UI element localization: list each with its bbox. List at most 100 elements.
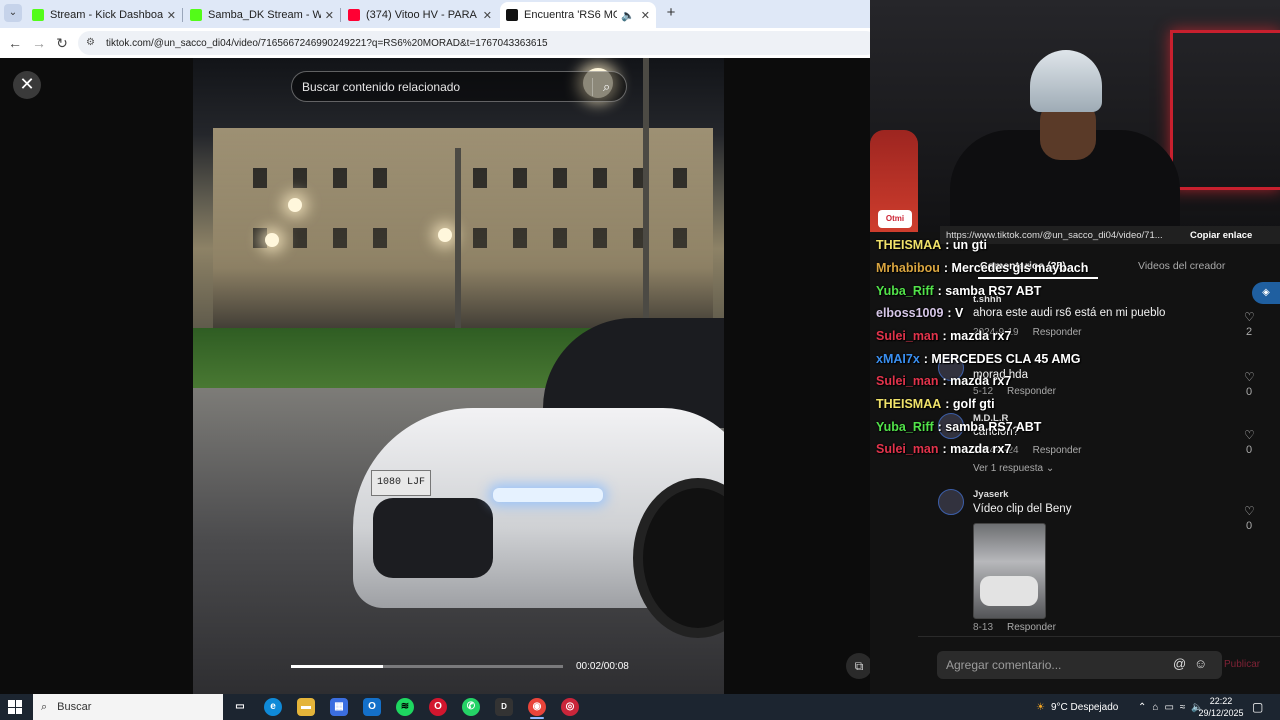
tab-youtube[interactable]: (374) Vitoo HV - PARA MÍ (Video ✕ [342,2,498,28]
chat-username: Sulei_man [876,442,939,456]
app-d-icon[interactable]: D [495,698,513,716]
site-settings-icon[interactable]: ⚙ [86,37,98,49]
building-scene [213,128,713,328]
clock[interactable]: 22:22 29/12/2025 [1198,695,1244,719]
search-icon[interactable]: ⌕ [603,79,610,95]
video-progress-bar[interactable] [291,665,563,668]
reload-button[interactable]: ↻ [53,34,71,52]
browser-chrome: ⌄ Stream - Kick Dashboard ✕ Samba_DK Str… [0,0,878,58]
comment-meta: 8-13 Responder [973,622,1056,633]
tab-creator-videos[interactable]: Videos del creador [1138,260,1225,272]
speaker-icon[interactable]: 🔈 [621,9,635,22]
weather-widget[interactable]: ☀ 9°C Despejado [1036,694,1118,720]
chat-text: : samba RS7 ABT [937,420,1042,434]
whatsapp-icon[interactable]: ✆ [462,698,480,716]
close-viewer-button[interactable]: ✕ [13,71,41,99]
chat-text: : Mercedes gls maybach [943,261,1089,275]
related-search-input[interactable] [302,79,582,94]
close-icon[interactable]: ✕ [641,9,650,22]
tiktok-video-viewer: ✕ 1080 LJF ☝ [0,58,903,694]
tab-title: Stream - Kick Dashboard [50,9,163,21]
avatar[interactable] [938,489,964,515]
related-search-bar[interactable]: ⌕ [291,71,627,102]
comment-date: 8-13 [973,622,994,633]
taskbar-search[interactable]: ⌕ Buscar [33,694,223,720]
heart-icon[interactable]: ♡ [1244,504,1255,518]
kick-icon [190,9,202,21]
reply-button[interactable]: Responder [1033,445,1082,456]
close-icon[interactable]: ✕ [483,9,492,22]
chat-text: : golf gti [945,397,995,411]
weather-text: 9°C Despejado [1050,701,1119,713]
chat-username: xMAI7x [876,352,920,366]
close-icon[interactable]: ✕ [167,9,176,22]
tab-tiktok[interactable]: Encuentra 'RS6 MORAD' en 🔈 ✕ [500,2,656,28]
chat-username: elboss1009 [876,306,944,320]
like-count: 0 [1246,520,1253,532]
comment-text: ahora este audi rs6 está en mi pueblo [973,307,1166,319]
opera-icon[interactable]: O [429,698,447,716]
obs-icon[interactable]: ◎ [561,698,579,716]
chat-text: : MERCEDES CLA 45 AMG [923,352,1081,366]
heart-icon[interactable]: ♡ [1244,428,1255,442]
outlook-icon[interactable]: O [363,698,381,716]
tab-kick-dashboard[interactable]: Stream - Kick Dashboard ✕ [26,2,182,28]
view-replies-label: Ver 1 respuesta [973,463,1044,474]
comment-user[interactable]: Jyaserk [973,489,1008,500]
chat-message: xMAI7x: MERCEDES CLA 45 AMG [876,352,1081,366]
tab-search-button[interactable]: ⌄ [4,4,22,22]
forward-button[interactable]: → [30,34,48,52]
publish-button[interactable]: Publicar [1224,659,1260,670]
chat-username: Yuba_Riff [876,420,934,434]
chat-username: Sulei_man [876,329,939,343]
mention-icon[interactable]: @ [1173,656,1186,671]
close-icon[interactable]: ✕ [325,9,334,22]
chat-message: Sulei_man: mazda rx7 [876,442,1011,456]
network-icon[interactable]: ⌂ [1152,702,1158,713]
address-bar[interactable]: ⚙ tiktok.com/@un_sacco_di04/video/716566… [78,31,878,55]
tab-strip: ⌄ Stream - Kick Dashboard ✕ Samba_DK Str… [0,0,870,28]
chrome-icon[interactable]: ◉ [528,698,546,716]
url-text: tiktok.com/@un_sacco_di04/video/71656672… [106,37,548,49]
wifi-icon[interactable]: ≈ [1180,702,1186,713]
bottle-label: Otmi [878,210,912,228]
tab-title: Samba_DK Stream - Watch Live [208,9,321,21]
search-icon: ⌕ [41,700,48,713]
back-button[interactable]: ← [6,34,24,52]
edge-icon[interactable]: e [264,698,282,716]
chat-text: : un gti [945,238,987,252]
pip-button[interactable]: ⧉ [846,653,872,679]
new-tab-button[interactable]: + [662,4,680,21]
notification-icon[interactable]: ▢ [1252,694,1263,720]
copy-link-button[interactable]: Copiar enlace [1190,230,1252,241]
chevron-down-icon: ⌄ [1045,463,1055,474]
reply-button[interactable]: Responder [1007,386,1056,397]
windows-start-icon[interactable] [8,700,22,714]
chevron-up-icon[interactable]: ⌃ [1138,702,1146,713]
file-explorer-icon[interactable]: ▬ [297,698,315,716]
view-replies-button[interactable]: Ver 1 respuesta ⌄ [973,463,1054,474]
chat-text: : mazda rx7 [942,442,1012,456]
tab-samba-stream[interactable]: Samba_DK Stream - Watch Live ✕ [184,2,340,28]
reply-button[interactable]: Responder [1007,622,1056,633]
youtube-icon [348,9,360,21]
task-view-icon[interactable]: ▭ [231,698,249,716]
audi-rs6-car: 1080 LJF [353,318,724,648]
chat-message: Sulei_man: mazda rx7 [876,374,1011,388]
microsoft-store-icon[interactable]: ▦ [330,698,348,716]
like-count: 2 [1246,326,1253,338]
heart-icon[interactable]: ♡ [1244,370,1255,384]
tab-title: Encuentra 'RS6 MORAD' en [524,9,617,21]
comment-image-thumbnail[interactable] [973,523,1046,619]
reply-button[interactable]: Responder [1033,327,1082,338]
comment-item: Jyaserk Vídeo clip del Beny ♡ 0 [938,489,1258,532]
video-player[interactable]: 1080 LJF ☝ [193,58,724,694]
spotify-icon[interactable]: ≋ [396,698,414,716]
emoji-icon[interactable]: ☺ [1194,656,1207,671]
system-tray: ⌃ ⌂ ▭ ≈ 🔈 [1138,694,1204,720]
chat-text: : samba RS7 ABT [937,284,1042,298]
chat-text: : mazda rx7 [942,374,1012,388]
heart-icon[interactable]: ♡ [1244,310,1255,324]
tab-title: (374) Vitoo HV - PARA MÍ (Video [366,9,479,21]
battery-icon[interactable]: ▭ [1164,702,1173,713]
